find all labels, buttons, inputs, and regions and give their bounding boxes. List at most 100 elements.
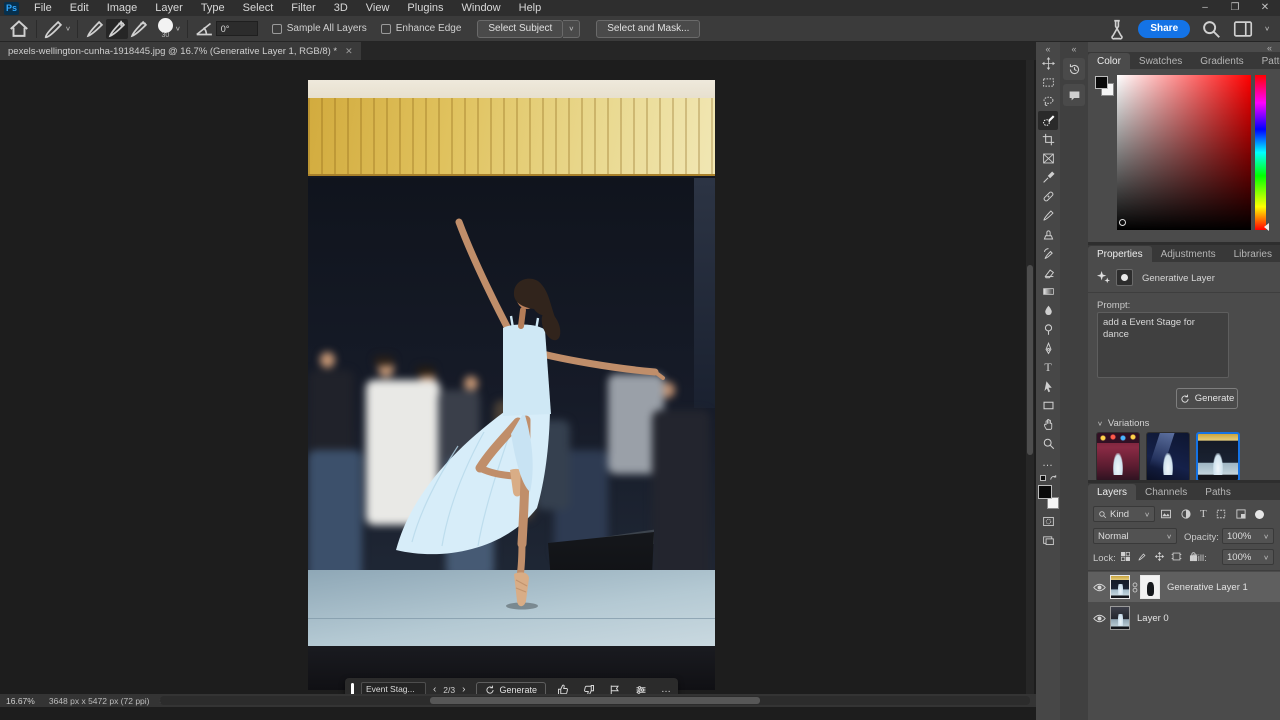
- spot-healing-brush-tool[interactable]: [1038, 187, 1058, 206]
- quick-selection-tool[interactable]: [1038, 111, 1058, 130]
- hue-strip[interactable]: [1255, 75, 1266, 230]
- brush-size-picker[interactable]: 30: [158, 18, 173, 39]
- layer-name[interactable]: Layer 0: [1137, 613, 1169, 624]
- brush-angle-input[interactable]: 0°: [216, 21, 258, 36]
- prompt-input[interactable]: add a Event Stage for dance: [1097, 312, 1229, 378]
- lasso-tool[interactable]: [1038, 92, 1058, 111]
- tool-preset-brush-icon[interactable]: [43, 19, 65, 39]
- selection-mode-add-icon[interactable]: [106, 19, 128, 39]
- tab-gradients[interactable]: Gradients: [1191, 53, 1252, 69]
- variation-thumbnail-2[interactable]: [1146, 432, 1190, 482]
- dodge-tool[interactable]: [1038, 320, 1058, 339]
- opacity-dropdown[interactable]: 100% ∨: [1222, 528, 1274, 544]
- screen-mode-icon[interactable]: [1038, 531, 1058, 550]
- menu-plugins[interactable]: Plugins: [398, 0, 452, 16]
- move-tool[interactable]: [1038, 54, 1058, 73]
- filter-shape-layers-icon[interactable]: [1215, 508, 1227, 520]
- tab-properties[interactable]: Properties: [1088, 246, 1152, 262]
- document-canvas-image[interactable]: [308, 80, 715, 690]
- tab-channels[interactable]: Channels: [1136, 484, 1196, 500]
- layer-mask-thumbnail[interactable]: [1140, 575, 1160, 599]
- menu-select[interactable]: Select: [234, 0, 283, 16]
- filter-toggle-icon[interactable]: [1255, 510, 1264, 519]
- menu-edit[interactable]: Edit: [61, 0, 98, 16]
- horizontal-scrollbar-thumb[interactable]: [430, 697, 760, 704]
- variation-thumbnail-3[interactable]: [1196, 432, 1240, 482]
- filter-adjustment-layers-icon[interactable]: [1180, 508, 1192, 520]
- comments-panel-icon[interactable]: [1063, 84, 1085, 106]
- expand-panels-icon[interactable]: «: [1071, 44, 1076, 54]
- layer-mask-link-icon[interactable]: [1132, 581, 1138, 594]
- clone-stamp-tool[interactable]: [1038, 225, 1058, 244]
- eraser-tool[interactable]: [1038, 263, 1058, 282]
- tab-adjustments[interactable]: Adjustments: [1152, 246, 1225, 262]
- layer-thumbnail[interactable]: [1110, 575, 1130, 599]
- workspace-chevron-icon[interactable]: ∨: [1264, 25, 1270, 32]
- menu-3d[interactable]: 3D: [325, 0, 357, 16]
- select-subject-button[interactable]: Select Subject: [477, 20, 563, 38]
- fill-dropdown[interactable]: 100% ∨: [1222, 549, 1274, 565]
- eyedropper-tool[interactable]: [1038, 168, 1058, 187]
- zoom-level[interactable]: 16.67%: [0, 696, 43, 706]
- blur-tool[interactable]: [1038, 301, 1058, 320]
- share-button[interactable]: Share: [1138, 20, 1190, 38]
- crop-tool[interactable]: [1038, 130, 1058, 149]
- color-swatches[interactable]: [1037, 485, 1059, 509]
- select-subject-dropdown[interactable]: ∨: [563, 20, 580, 38]
- layer-thumbnail[interactable]: [1110, 606, 1130, 630]
- lock-transparency-icon[interactable]: [1120, 551, 1131, 562]
- color-saturation-square[interactable]: [1117, 75, 1251, 230]
- generate-button[interactable]: Generate: [1176, 388, 1238, 409]
- color-picker-marker[interactable]: [1119, 219, 1126, 226]
- tab-libraries[interactable]: Libraries: [1225, 246, 1280, 262]
- history-panel-icon[interactable]: [1063, 58, 1085, 80]
- maximize-button[interactable]: ❐: [1220, 0, 1250, 16]
- visibility-eye-icon[interactable]: [1088, 614, 1110, 623]
- menu-layer[interactable]: Layer: [146, 0, 192, 16]
- frame-tool[interactable]: [1038, 149, 1058, 168]
- enhance-edge-checkbox[interactable]: Enhance Edge: [381, 23, 462, 34]
- menu-window[interactable]: Window: [453, 0, 510, 16]
- brush-tool[interactable]: [1038, 206, 1058, 225]
- blend-mode-dropdown[interactable]: Normal ∨: [1093, 528, 1177, 544]
- lock-artboard-icon[interactable]: [1171, 551, 1182, 562]
- edit-toolbar-icon[interactable]: …: [1038, 453, 1058, 472]
- tab-close-icon[interactable]: ✕: [345, 46, 353, 57]
- workspace-switcher-icon[interactable]: [1232, 19, 1254, 39]
- home-icon[interactable]: [8, 19, 30, 39]
- brush-size-chevron-icon[interactable]: ∨: [175, 25, 181, 32]
- canvas-area[interactable]: Event Stag... ‹ 2/3 › Generate: [0, 60, 1036, 707]
- quick-mask-icon[interactable]: [1038, 512, 1058, 531]
- default-swap-colors[interactable]: [1038, 474, 1058, 484]
- tab-layers[interactable]: Layers: [1088, 484, 1136, 500]
- minimize-button[interactable]: –: [1190, 0, 1220, 16]
- tab-swatches[interactable]: Swatches: [1130, 53, 1191, 69]
- horizontal-scrollbar[interactable]: [160, 696, 1030, 705]
- close-button[interactable]: ✕: [1250, 0, 1280, 16]
- select-and-mask-button[interactable]: Select and Mask...: [596, 20, 700, 38]
- hand-tool[interactable]: [1038, 415, 1058, 434]
- pen-tool[interactable]: [1038, 339, 1058, 358]
- type-tool[interactable]: T: [1038, 358, 1058, 377]
- menu-view[interactable]: View: [357, 0, 399, 16]
- selection-mode-subtract-icon[interactable]: [128, 19, 150, 39]
- variation-thumbnail-1[interactable]: [1096, 432, 1140, 482]
- hue-marker[interactable]: [1264, 223, 1269, 231]
- layer-row-generative[interactable]: Generative Layer 1: [1088, 572, 1280, 602]
- visibility-eye-icon[interactable]: [1088, 583, 1110, 592]
- layer-filter-dropdown[interactable]: Kind ∨: [1093, 506, 1155, 522]
- variations-header[interactable]: ∨ Variations: [1097, 418, 1149, 429]
- menu-file[interactable]: File: [25, 0, 61, 16]
- vertical-scrollbar-thumb[interactable]: [1027, 265, 1033, 455]
- rectangle-shape-tool[interactable]: [1038, 396, 1058, 415]
- menu-image[interactable]: Image: [98, 0, 147, 16]
- filter-type-layers-icon[interactable]: T: [1200, 508, 1207, 520]
- zoom-tool[interactable]: [1038, 434, 1058, 453]
- lock-position-icon[interactable]: [1154, 551, 1165, 562]
- menu-type[interactable]: Type: [192, 0, 234, 16]
- path-selection-tool[interactable]: [1038, 377, 1058, 396]
- history-brush-tool[interactable]: [1038, 244, 1058, 263]
- collapse-toolbar-icon[interactable]: «: [1045, 44, 1050, 54]
- rectangular-marquee-tool[interactable]: [1038, 73, 1058, 92]
- flask-icon[interactable]: [1106, 19, 1128, 39]
